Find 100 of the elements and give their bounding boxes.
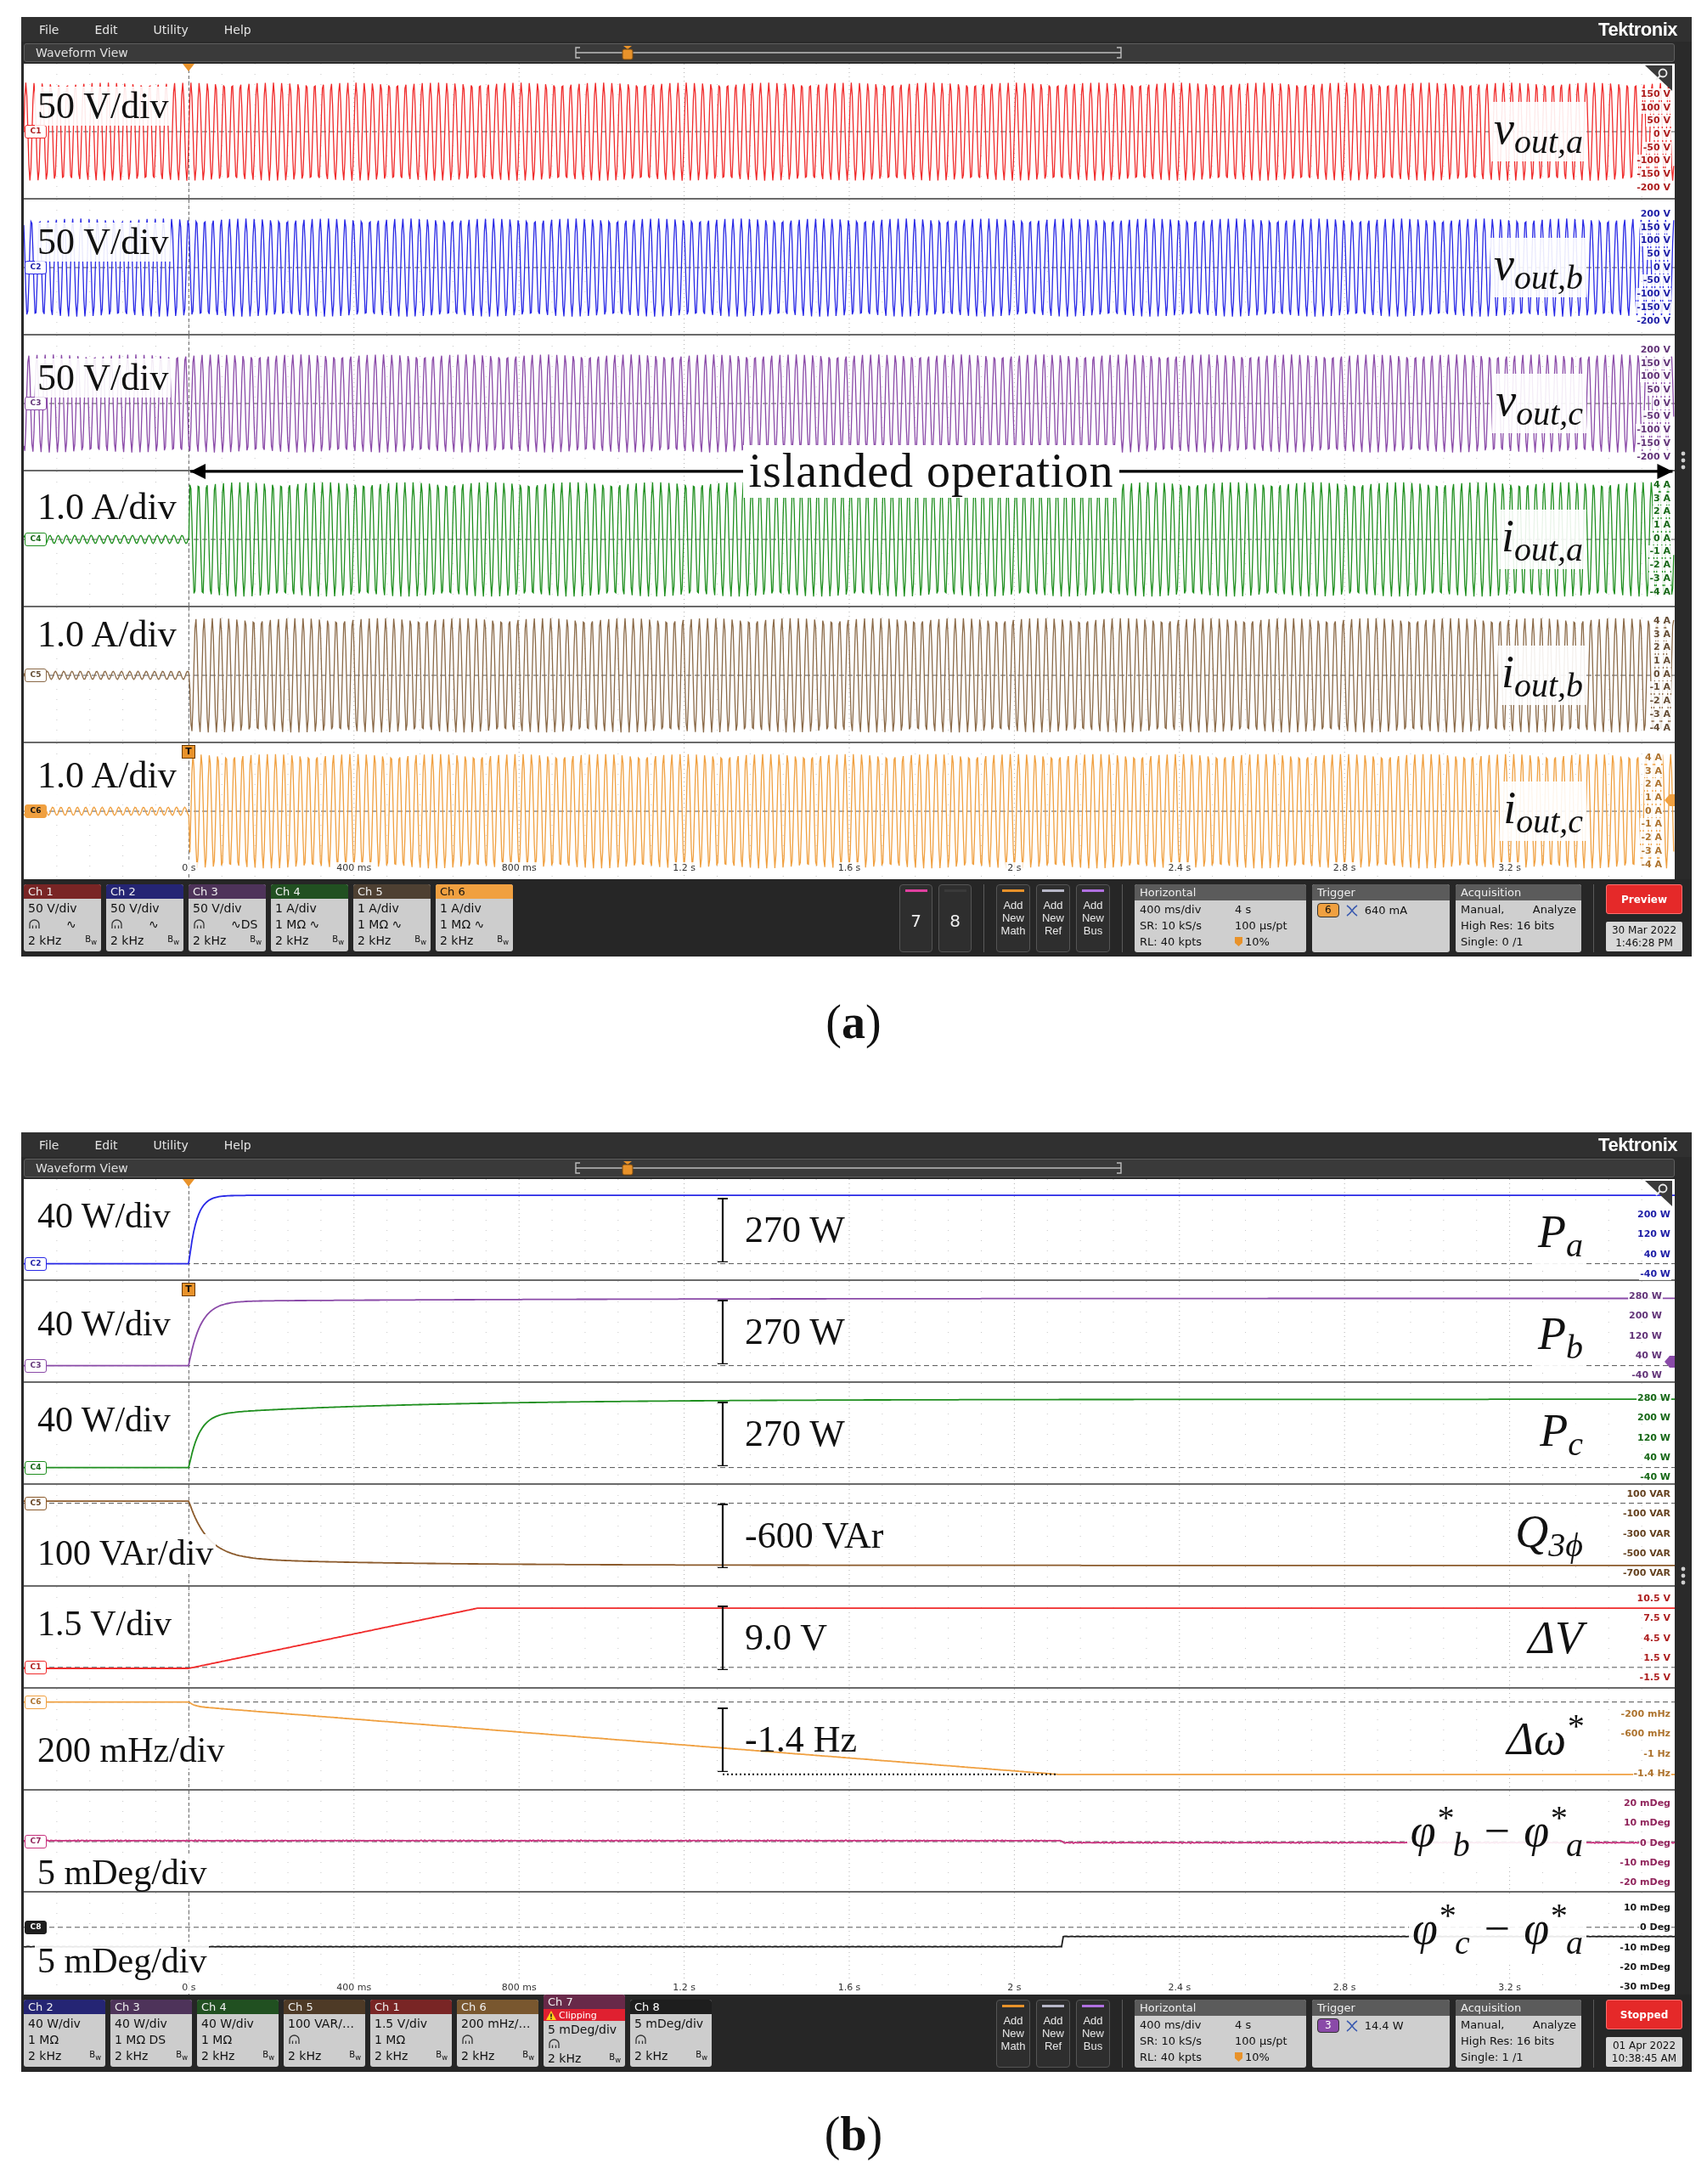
add-button[interactable]: Add New Bus [1076, 884, 1110, 952]
trigger-marker[interactable]: T [182, 1283, 195, 1296]
menu-item[interactable]: File [39, 1137, 59, 1152]
trigger-level-icon[interactable] [1665, 1355, 1675, 1368]
channel-box[interactable]: Ch 5 1 A/div 1 MΩ ∿ 2 kHz B$_{w}$ [353, 884, 431, 951]
channel-box[interactable]: Ch 3 50 V/div ∿DS 2 kHz B$_{w}$ [189, 884, 266, 951]
channel-box[interactable]: Ch 4 40 W/div 1 MΩ 2 kHz B$_{w}$ [197, 2000, 279, 2067]
bandwidth-limit-label: B$_{w}$ [497, 934, 509, 946]
channel-badge[interactable]: C4 [25, 1460, 47, 1475]
axis-tick-label: 10 mDeg [1622, 1902, 1671, 1914]
horizontal-panel[interactable]: Horizontal 400 ms/div 4 s SR: 10 kS/s 100 µs/pt RL: 40 kpts 10% [1135, 2000, 1306, 2068]
scale-text: 50 V/div [28, 900, 77, 915]
bandwidth-limit-label: B$_{w}$ [85, 934, 97, 946]
edge-slope-icon [1345, 2019, 1358, 2032]
bandwidth-limit-label: B$_{w}$ [609, 2051, 621, 2064]
panel-value: 4 s [1235, 2018, 1252, 2033]
time-tick-label: 1.6 s [836, 1982, 863, 1994]
axis-tick-label: 150 V [1639, 357, 1671, 370]
channel-button[interactable]: 8 [938, 884, 972, 952]
axis-tick-label: 0 A [1653, 532, 1671, 545]
channel-badge[interactable]: C6 [25, 804, 47, 818]
trace-label: i$_{out,c}$ [1500, 781, 1586, 842]
channel-header: Ch 5 [353, 884, 431, 899]
menu-item[interactable]: Edit [94, 22, 118, 37]
time-tick-label: 3.2 s [1496, 862, 1523, 874]
channel-button[interactable]: 7 [899, 884, 932, 952]
panel-header: Horizontal [1135, 2000, 1306, 2016]
channel-badge[interactable]: C8 [25, 1920, 47, 1934]
coupling-text: 1 MΩ [28, 2032, 59, 2046]
channel-badge[interactable]: C5 [25, 669, 47, 682]
panel-value: High Res: 16 bits [1461, 2034, 1556, 2049]
channel-badge[interactable]: C1 [25, 1660, 47, 1674]
channel-box[interactable]: Ch 3 40 W/div 1 MΩ DS 2 kHz B$_{w}$ [110, 2000, 192, 2067]
timeline-overview[interactable] [575, 47, 1122, 59]
axis-tick-label: 1 A [1653, 655, 1671, 668]
acquisition-panel[interactable]: Acquisition Manual, Analyze High Res: 16 bits Single: 1 /1 [1456, 2000, 1581, 2068]
trigger-marker-icon [622, 1161, 634, 1176]
channel-badge[interactable]: C6 [25, 1695, 47, 1709]
channel-box[interactable]: Ch 5 100 VAR/… 2 kHz B$_{w}$ [284, 2000, 365, 2067]
axis-tick-label: -3 A [1640, 844, 1663, 857]
axis-tick-label: 100 V [1639, 101, 1671, 114]
view-title: Waveform View [35, 1161, 128, 1175]
menu-item[interactable]: Utility [153, 22, 189, 37]
menu-item[interactable]: Help [223, 22, 251, 37]
channel-header: Ch 8 [630, 2000, 712, 2014]
menu-item[interactable]: File [39, 22, 59, 37]
channel-box[interactable]: Ch 6 1 A/div 1 MΩ ∿ 2 kHz B$_{w}$ [436, 884, 513, 951]
axis-tick-label: -30 mDeg [1619, 1981, 1671, 1994]
add-button[interactable]: Add New Bus [1076, 2000, 1110, 2068]
channel-box[interactable]: Ch 1 1.5 V/div 1 MΩ 2 kHz B$_{w}$ [370, 2000, 452, 2067]
menu-item[interactable]: Help [223, 1137, 251, 1152]
acquisition-panel[interactable]: Acquisition Manual, Analyze High Res: 16 bits Single: 0 /1 [1456, 884, 1581, 952]
channel-badge[interactable]: C7 [25, 1835, 47, 1848]
add-button[interactable]: Add New Ref [1036, 884, 1070, 952]
channel-box[interactable]: Ch 4 1 A/div 1 MΩ ∿ 2 kHz B$_{w}$ [271, 884, 348, 951]
channel-box[interactable]: Ch 6 200 mHz/… 2 kHz B$_{w}$ [457, 2000, 538, 2067]
run-state-button[interactable]: Stopped [1606, 2000, 1682, 2029]
channel-badge[interactable]: C3 [25, 1358, 47, 1373]
trace-label: v$_{out,b}$ [1490, 237, 1586, 298]
edge-slope-icon [1345, 904, 1358, 917]
add-button[interactable]: Add New Ref [1036, 2000, 1070, 2068]
menu-item[interactable]: Utility [153, 1137, 189, 1152]
channel-box[interactable]: Ch 7 Clipping 5 mDeg/div 2 kHz B$_{w}$ [544, 1995, 625, 2067]
axis-tick-label: -100 V [1636, 424, 1671, 437]
channel-badge[interactable]: C3 [25, 397, 47, 410]
axis-tick-label: 100 V [1639, 370, 1671, 383]
channel-box[interactable]: Ch 2 40 W/div 1 MΩ 2 kHz B$_{w}$ [24, 2000, 105, 2067]
figure-caption: (b) [824, 2107, 883, 2161]
time-tick-label: 2 s [1006, 1982, 1023, 1994]
brand-logo: Tektronix [1598, 18, 1677, 41]
trigger-panel[interactable]: Trigger 3 14.4 W [1312, 2000, 1450, 2068]
channel-box[interactable]: Ch 8 5 mDeg/div 2 kHz B$_{w}$ [630, 2000, 712, 2067]
channel-badge[interactable]: C2 [25, 261, 47, 274]
magnifier-icon[interactable] [1645, 65, 1672, 91]
bandwidth-text: 2 kHz [28, 2048, 62, 2063]
add-button[interactable]: Add New Math [996, 2000, 1030, 2068]
axis-tick-label: 0 Deg [1639, 1922, 1671, 1934]
magnifier-icon[interactable] [1645, 1181, 1672, 1206]
drag-handle-icon[interactable] [1681, 1566, 1686, 1585]
channel-badge[interactable]: C5 [25, 1496, 47, 1510]
scale-text: 5 mDeg/div [548, 2022, 617, 2036]
channel-badge[interactable]: C2 [25, 1256, 47, 1271]
horizontal-panel[interactable]: Horizontal 400 ms/div 4 s SR: 10 kS/s 100 µs/pt RL: 40 kpts 10% [1135, 884, 1306, 952]
bandwidth-limit-label: B$_{w}$ [332, 934, 344, 946]
trigger-panel[interactable]: Trigger 6 640 mA [1312, 884, 1450, 952]
channel-badge[interactable]: C1 [25, 125, 47, 138]
run-state-button[interactable]: Preview [1606, 884, 1682, 914]
channel-box[interactable]: Ch 1 50 V/div ∿ 2 kHz B$_{w}$ [24, 884, 101, 951]
channel-box[interactable]: Ch 2 50 V/div ∿ 2 kHz B$_{w}$ [106, 884, 183, 951]
trigger-marker[interactable]: T [182, 745, 195, 759]
time-text: 10:38:45 AM [1611, 2051, 1677, 2065]
drag-handle-icon[interactable] [1681, 451, 1686, 470]
timeline-overview[interactable] [575, 1162, 1122, 1174]
measurement-text: 270 W [745, 1209, 845, 1251]
channel-badge[interactable]: C4 [25, 533, 47, 546]
menu-item[interactable]: Edit [94, 1137, 118, 1152]
panel-header: Horizontal [1135, 884, 1306, 900]
measurement-text: -600 VAr [745, 1515, 884, 1557]
add-button[interactable]: Add New Math [996, 884, 1030, 952]
trigger-position-icon [1235, 2052, 1242, 2062]
